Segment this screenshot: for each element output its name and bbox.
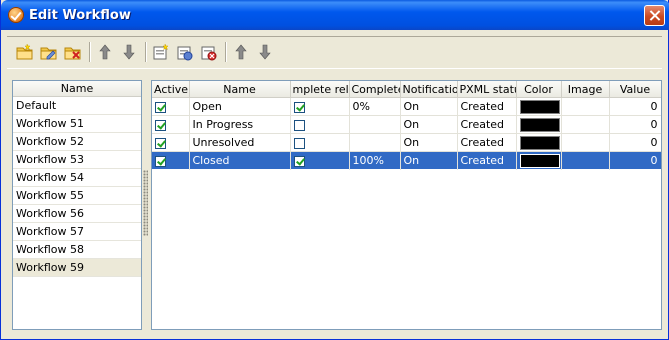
status-name-cell[interactable]: Closed [189, 151, 291, 170]
active-checkbox[interactable] [155, 137, 166, 149]
toolbar [7, 36, 662, 69]
workflow-item-51[interactable]: Workflow 51 [13, 115, 141, 133]
complete-cell[interactable]: 0% [349, 97, 401, 116]
workflow-item-58[interactable]: Workflow 58 [13, 241, 141, 259]
complete-cell[interactable] [349, 115, 401, 134]
delete-status-icon[interactable] [199, 42, 219, 62]
workflow-list-header[interactable]: Name [13, 81, 141, 97]
notification-cell[interactable]: On [400, 133, 458, 152]
status-name-cell[interactable]: Open [189, 97, 291, 116]
title-bar: Edit Workflow [1, 0, 669, 30]
close-button[interactable] [644, 5, 665, 26]
delete-workflow-icon[interactable] [63, 42, 83, 62]
workflow-item-52[interactable]: Workflow 52 [13, 133, 141, 151]
edit-workflow-window: Edit Workflow Name Default Workflow 51 W… [0, 0, 669, 340]
complete-cell[interactable]: 100% [349, 151, 401, 170]
workflow-item-59[interactable]: Workflow 59 [13, 259, 141, 277]
workflow-item-57[interactable]: Workflow 57 [13, 223, 141, 241]
active-checkbox[interactable] [155, 119, 166, 131]
move-up-icon[interactable] [95, 42, 115, 62]
notification-cell[interactable]: On [400, 151, 458, 170]
value-cell[interactable]: 0 [609, 151, 661, 170]
table-row[interactable]: Unresolved On Created 0 [152, 133, 661, 152]
color-swatch[interactable] [519, 99, 560, 114]
column-header-complete[interactable]: Complete [349, 81, 401, 98]
status-move-up-icon[interactable] [231, 42, 251, 62]
column-header-value[interactable]: Value [609, 81, 661, 98]
edit-status-icon[interactable] [175, 42, 195, 62]
image-cell[interactable] [561, 97, 610, 116]
complete-related-checkbox[interactable] [293, 101, 305, 113]
value-cell[interactable]: 0 [609, 133, 661, 152]
edit-workflow-icon[interactable] [39, 42, 59, 62]
status-grid: Active Name mplete relat Complete Notifi… [152, 81, 661, 170]
notification-cell[interactable]: On [400, 97, 458, 116]
status-name-cell[interactable]: Unresolved [189, 133, 291, 152]
pxml-status-cell[interactable]: Created [457, 97, 517, 116]
column-header-complete-related[interactable]: mplete relat [290, 81, 350, 98]
value-cell[interactable]: 0 [609, 115, 661, 134]
color-swatch[interactable] [519, 117, 560, 132]
image-cell[interactable] [561, 133, 610, 152]
app-icon [8, 7, 24, 23]
table-row[interactable]: Closed 100% On Created 0 [152, 151, 661, 170]
table-row[interactable]: Open 0% On Created 0 [152, 97, 661, 116]
active-checkbox[interactable] [155, 101, 166, 113]
workflow-list[interactable]: Name Default Workflow 51 Workflow 52 Wor… [12, 80, 142, 330]
pxml-status-cell[interactable]: Created [457, 115, 517, 134]
column-header-active[interactable]: Active [152, 81, 190, 98]
complete-cell[interactable] [349, 133, 401, 152]
complete-related-checkbox[interactable] [293, 155, 305, 167]
window-title: Edit Workflow [29, 8, 131, 23]
column-header-color[interactable]: Color [516, 81, 562, 98]
image-cell[interactable] [561, 115, 610, 134]
notification-cell[interactable]: On [400, 115, 458, 134]
column-header-image[interactable]: Image [561, 81, 610, 98]
color-swatch[interactable] [519, 153, 560, 168]
complete-related-checkbox[interactable] [293, 119, 305, 131]
workflow-item-53[interactable]: Workflow 53 [13, 151, 141, 169]
new-workflow-icon[interactable] [15, 42, 35, 62]
panel-splitter[interactable] [143, 170, 148, 236]
pxml-status-cell[interactable]: Created [457, 133, 517, 152]
color-swatch[interactable] [519, 135, 560, 150]
status-move-down-icon[interactable] [255, 42, 275, 62]
image-cell[interactable] [561, 151, 610, 170]
column-header-pxml-status[interactable]: PXML statu [457, 81, 517, 98]
move-down-icon[interactable] [119, 42, 139, 62]
status-name-cell[interactable]: In Progress [189, 115, 291, 134]
workflow-item-56[interactable]: Workflow 56 [13, 205, 141, 223]
workflow-item-54[interactable]: Workflow 54 [13, 169, 141, 187]
status-grid-header: Active Name mplete relat Complete Notifi… [152, 81, 661, 98]
new-status-icon[interactable] [151, 42, 171, 62]
table-row[interactable]: In Progress On Created 0 [152, 115, 661, 134]
column-header-name[interactable]: Name [189, 81, 291, 98]
workflow-item-55[interactable]: Workflow 55 [13, 187, 141, 205]
workflow-item-default[interactable]: Default [13, 97, 141, 115]
active-checkbox[interactable] [155, 155, 166, 167]
status-grid-panel: Active Name mplete relat Complete Notifi… [151, 80, 662, 330]
value-cell[interactable]: 0 [609, 97, 661, 116]
pxml-status-cell[interactable]: Created [457, 151, 517, 170]
column-header-notification[interactable]: Notification [400, 81, 458, 98]
complete-related-checkbox[interactable] [293, 137, 305, 149]
